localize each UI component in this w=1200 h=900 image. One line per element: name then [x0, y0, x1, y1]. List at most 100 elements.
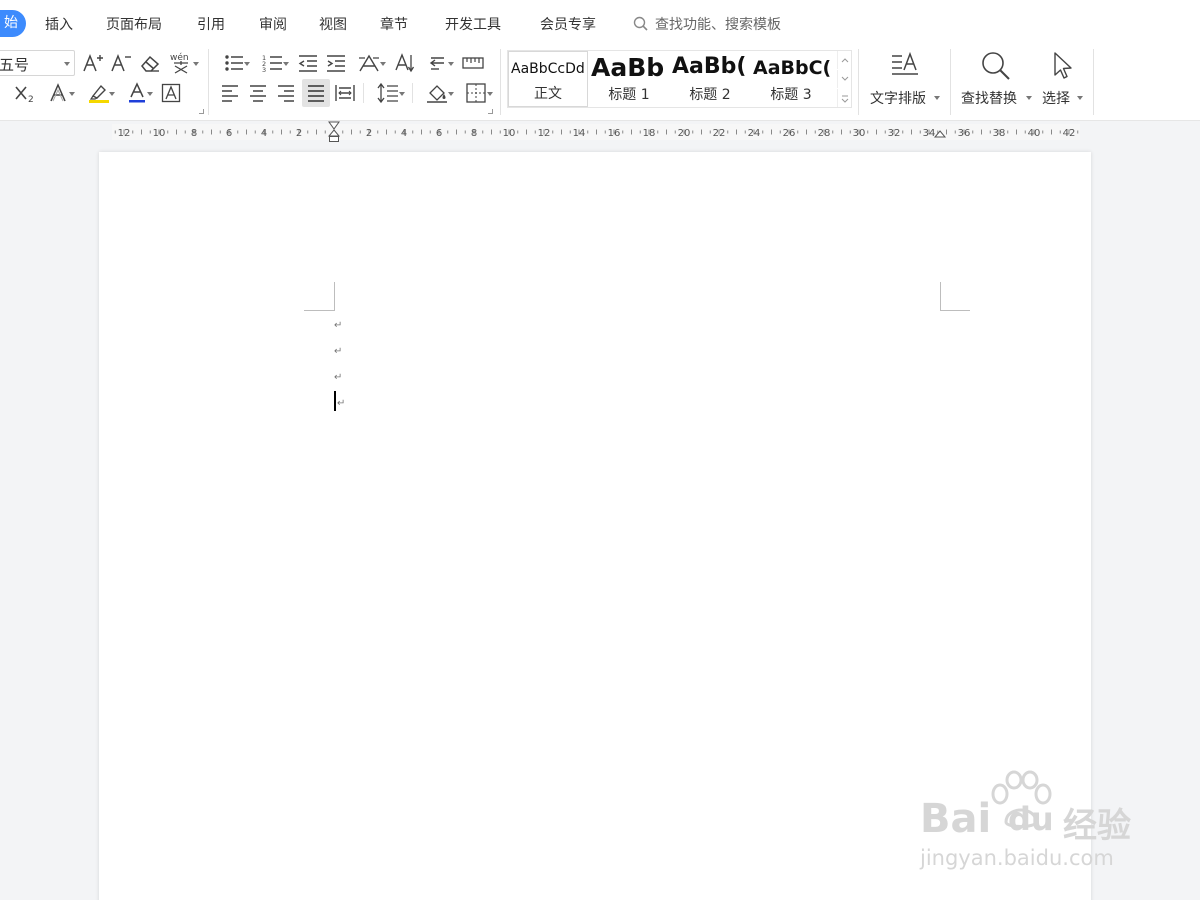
find-replace-label: 查找替换	[961, 91, 1017, 107]
chevron-down-icon	[934, 96, 940, 100]
text-layout-button[interactable]: 文字排版	[868, 49, 944, 111]
distributed-align-icon	[335, 85, 355, 101]
chevron-down-icon	[1077, 96, 1083, 100]
ruler-label: 32	[888, 128, 901, 139]
phonetic-guide-button[interactable]: wén	[166, 51, 199, 75]
bullet-list-icon	[225, 55, 243, 71]
style-heading-1[interactable]: AaBb 标题 1	[589, 51, 669, 107]
highlight-swatch	[89, 100, 109, 103]
style-sample: AaBb(	[672, 54, 747, 79]
tab-member-exclusive[interactable]: 会员专享	[540, 14, 596, 34]
style-heading-3[interactable]: AaBbC( 标题 3	[751, 51, 831, 107]
ruler-label: 28	[818, 128, 831, 139]
align-left-button[interactable]	[218, 82, 242, 104]
group-divider	[1093, 49, 1094, 115]
shrink-font-icon	[111, 53, 131, 72]
style-label: 正文	[534, 86, 562, 102]
highlight-color-button[interactable]	[82, 82, 116, 104]
select-button[interactable]: 选择	[1040, 49, 1086, 111]
style-normal[interactable]: AaBbCcDd 正文	[508, 51, 588, 107]
text-direction-button[interactable]	[392, 52, 416, 74]
group-divider	[363, 83, 364, 103]
ruler-label: 12	[538, 128, 551, 139]
grow-font-button[interactable]	[82, 52, 104, 74]
style-heading-2[interactable]: AaBb( 标题 2	[670, 51, 750, 107]
horizontal-ruler[interactable]: 12 10 8 6 4 2 2 4 6 8 10 12 14 16 18 20 22 24 26 28 30 32 34 36…	[0, 120, 1200, 142]
ruler-label: 8	[191, 128, 197, 139]
ruler-label: 10	[153, 128, 166, 139]
chevron-down-icon	[380, 62, 386, 66]
chevron-down-icon	[487, 92, 493, 96]
paragraph-mark: ↵	[334, 346, 343, 357]
paragraph-mark: ↵	[337, 398, 346, 409]
tab-start[interactable]: 始	[0, 10, 26, 37]
grow-font-icon	[83, 53, 103, 72]
tab-section[interactable]: 章节	[380, 14, 408, 34]
ribbon-toolbar: 五号 wén 2 1 2 3 AaBbCcDd 正文 AaBb 标题 1 AaB…	[0, 47, 1200, 120]
tab-references[interactable]: 引用	[197, 14, 225, 34]
highlighter-icon	[89, 84, 109, 103]
text-layout-icon	[892, 51, 918, 75]
line-spacing-button[interactable]	[370, 82, 406, 104]
font-dialog-launcher[interactable]	[199, 109, 204, 114]
phonetic-guide-icon: wén	[170, 52, 189, 74]
watermark-url: jingyan.baidu.com	[920, 846, 1114, 870]
text-direction-icon	[395, 53, 415, 73]
clear-format-button[interactable]	[139, 52, 161, 74]
subscript-icon: 2	[15, 86, 34, 104]
justify-button[interactable]	[302, 79, 330, 107]
ruler-label: 26	[783, 128, 796, 139]
ruler-label: 10	[503, 128, 516, 139]
group-divider	[208, 49, 209, 115]
character-border-button[interactable]	[160, 82, 182, 104]
font-color-swatch	[129, 100, 145, 103]
numbered-list-icon: 1 2 3	[262, 54, 282, 74]
text-effect-button[interactable]	[43, 82, 75, 104]
find-replace-button[interactable]: 查找替换	[958, 49, 1034, 111]
tab-stops-button[interactable]	[460, 52, 486, 74]
align-center-icon	[250, 85, 266, 102]
superscript-button[interactable]: ²	[0, 82, 10, 104]
distributed-align-button[interactable]	[333, 82, 357, 104]
left-indent-marker[interactable]	[329, 136, 339, 142]
cursor-arrow-icon	[1054, 52, 1072, 79]
watermark-brand-cn: 经验	[1063, 806, 1131, 846]
eraser-icon	[141, 55, 160, 72]
shrink-font-button[interactable]	[110, 52, 132, 74]
numbering-button[interactable]: 1 2 3	[256, 52, 290, 74]
subscript-button[interactable]: 2	[14, 82, 38, 104]
chevron-down-icon	[64, 62, 70, 66]
tab-view[interactable]: 视图	[319, 14, 347, 34]
styles-scroll-down[interactable]	[837, 70, 851, 88]
search-icon	[633, 16, 648, 31]
tab-developer-tools[interactable]: 开发工具	[445, 14, 501, 34]
tab-insert[interactable]: 插入	[45, 14, 73, 34]
paragraph-mark: ↵	[334, 372, 343, 383]
ruler-label: 12	[118, 128, 131, 139]
styles-more-button[interactable]	[837, 89, 851, 107]
styles-scroll-up[interactable]	[837, 51, 851, 69]
bullets-button[interactable]	[218, 52, 250, 74]
borders-icon	[466, 83, 486, 103]
paragraph-dialog-launcher[interactable]	[488, 109, 493, 114]
ruler-label: 42	[1063, 128, 1076, 139]
ruler-label: 16	[608, 128, 621, 139]
decrease-indent-button[interactable]	[296, 52, 320, 74]
superscript-icon: ²	[0, 85, 1, 98]
styles-gallery: AaBbCcDd 正文 AaBb 标题 1 AaBb( 标题 2 AaBbC( …	[507, 50, 852, 108]
tab-review[interactable]: 审阅	[259, 14, 287, 34]
font-size-select[interactable]: 五号	[0, 50, 75, 76]
borders-button[interactable]	[458, 82, 494, 104]
group-divider	[412, 83, 413, 103]
tab-page-layout[interactable]: 页面布局	[106, 14, 162, 34]
menu-bar: 始 插入 页面布局 引用 审阅 视图 章节 开发工具 会员专享 查找功能、搜索模…	[0, 0, 1200, 47]
align-right-button[interactable]	[274, 82, 298, 104]
font-color-button[interactable]	[120, 82, 154, 104]
ruler-label: 2	[296, 128, 302, 139]
shading-button[interactable]	[419, 82, 455, 104]
paragraph-mark: ↵	[334, 320, 343, 331]
line-break-button[interactable]	[421, 52, 455, 74]
align-center-button[interactable]	[246, 82, 270, 104]
increase-indent-button[interactable]	[324, 52, 348, 74]
chinese-layout-button[interactable]	[352, 52, 386, 74]
